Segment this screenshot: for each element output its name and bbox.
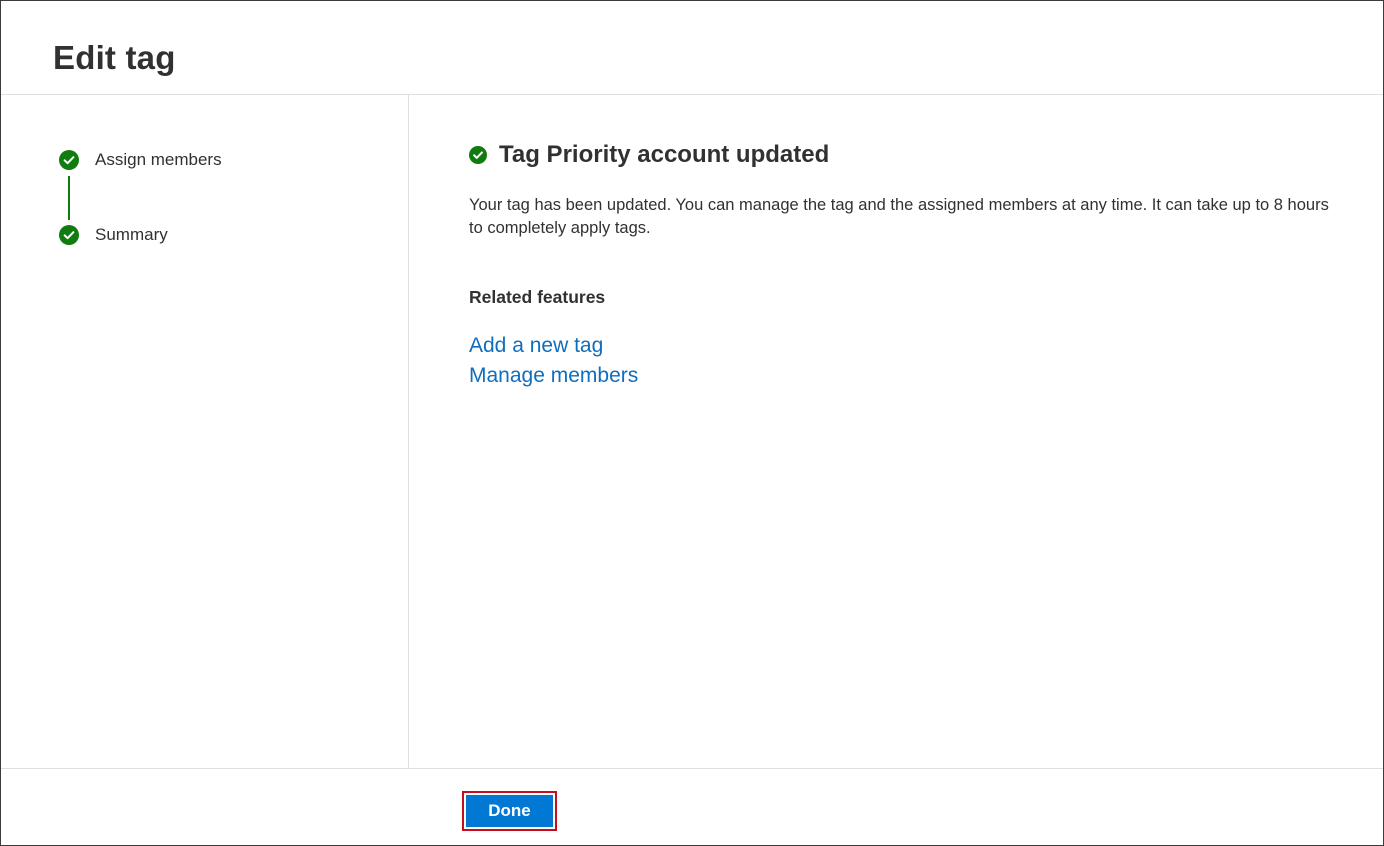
page-title: Edit tag: [53, 39, 176, 76]
success-header: Tag Priority account updated: [469, 141, 829, 169]
step-summary[interactable]: Summary: [59, 224, 168, 246]
check-circle-icon: [59, 225, 79, 245]
edit-tag-panel: Edit tag Assign members Summary Tag Prio…: [0, 0, 1384, 846]
panel-footer: Done: [1, 768, 1383, 846]
step-connector-line: [68, 176, 70, 220]
check-circle-icon: [59, 150, 79, 170]
wizard-steps-sidebar: Assign members Summary: [1, 95, 409, 768]
step-label-summary: Summary: [95, 225, 168, 244]
done-button-label: Done: [466, 795, 553, 827]
check-circle-icon: [469, 146, 487, 164]
panel-header: Edit tag: [1, 1, 1383, 95]
related-features-heading: Related features: [469, 287, 606, 307]
success-title: Tag Priority account updated: [499, 141, 830, 168]
step-label-assign-members: Assign members: [95, 150, 222, 169]
main-content: Tag Priority account updated Your tag ha…: [409, 95, 1383, 768]
related-features-links: Add a new tag Manage members: [469, 331, 638, 391]
success-description: Your tag has been updated. You can manag…: [469, 196, 1329, 237]
done-button[interactable]: Done: [462, 791, 557, 831]
manage-members-link[interactable]: Manage members: [469, 361, 638, 391]
step-assign-members[interactable]: Assign members: [59, 149, 222, 171]
add-new-tag-link[interactable]: Add a new tag: [469, 331, 638, 361]
